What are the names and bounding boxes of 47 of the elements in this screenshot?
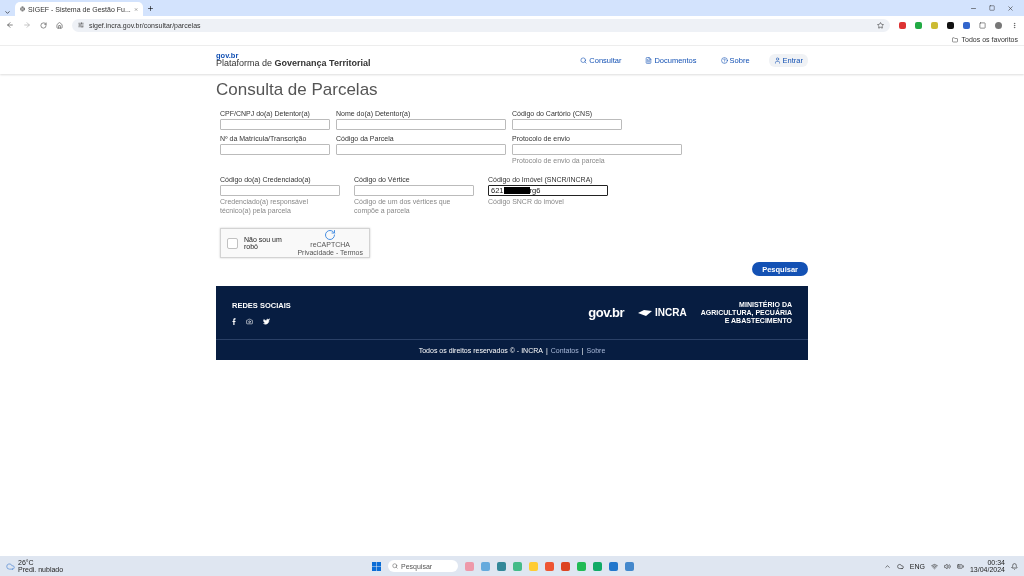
input-field[interactable] — [220, 144, 330, 155]
back-icon[interactable] — [6, 21, 14, 29]
search-icon — [580, 56, 588, 64]
bird-icon[interactable] — [263, 317, 270, 325]
battery-icon[interactable] — [956, 562, 964, 570]
recaptcha-logo-icon — [324, 229, 337, 242]
input-field[interactable] — [220, 119, 330, 130]
weather-icon[interactable] — [6, 561, 15, 571]
new-tab-icon[interactable] — [147, 4, 154, 12]
cloud-icon[interactable] — [896, 562, 904, 570]
input-field[interactable] — [512, 119, 622, 130]
forward-icon[interactable] — [23, 21, 31, 29]
side-panel-icon[interactable] — [979, 21, 986, 29]
home-icon[interactable] — [56, 21, 63, 29]
search-icon — [392, 563, 398, 569]
input-field[interactable] — [512, 144, 682, 155]
site-settings-icon[interactable] — [78, 22, 84, 28]
speaker-icon[interactable] — [943, 562, 951, 570]
checkbox[interactable] — [227, 237, 238, 249]
incra-emblem-icon — [638, 309, 653, 316]
tab-list-icon[interactable] — [4, 9, 11, 16]
extension-icon[interactable] — [947, 21, 954, 29]
globe-icon — [20, 6, 26, 12]
page-title: Consulta de Parcelas — [216, 80, 379, 100]
windows-logo-icon[interactable] — [372, 561, 381, 571]
help-icon — [720, 56, 728, 64]
folder-icon — [951, 36, 958, 43]
user-icon — [773, 56, 781, 64]
document-icon — [645, 56, 653, 64]
logo-text: INCRA — [655, 307, 687, 319]
star-icon[interactable] — [877, 21, 884, 29]
camera-icon[interactable] — [246, 317, 253, 325]
input-field[interactable] — [354, 185, 474, 197]
social-f-icon[interactable] — [232, 317, 236, 325]
logo-text: gov.br — [588, 305, 625, 321]
chevron-up-icon[interactable] — [883, 562, 891, 570]
bell-icon[interactable] — [1011, 562, 1018, 570]
input-field[interactable] — [336, 144, 506, 155]
site-title: Plataforma de Governança Territorial — [216, 59, 371, 69]
maximize-icon[interactable] — [989, 4, 995, 11]
close-icon[interactable] — [133, 6, 138, 12]
reload-icon[interactable] — [40, 21, 47, 29]
profile-icon[interactable] — [995, 21, 1002, 29]
input-field[interactable] — [336, 119, 506, 130]
input-field[interactable] — [220, 185, 340, 197]
wifi-icon[interactable] — [930, 562, 938, 570]
close-icon[interactable] — [1007, 4, 1014, 12]
